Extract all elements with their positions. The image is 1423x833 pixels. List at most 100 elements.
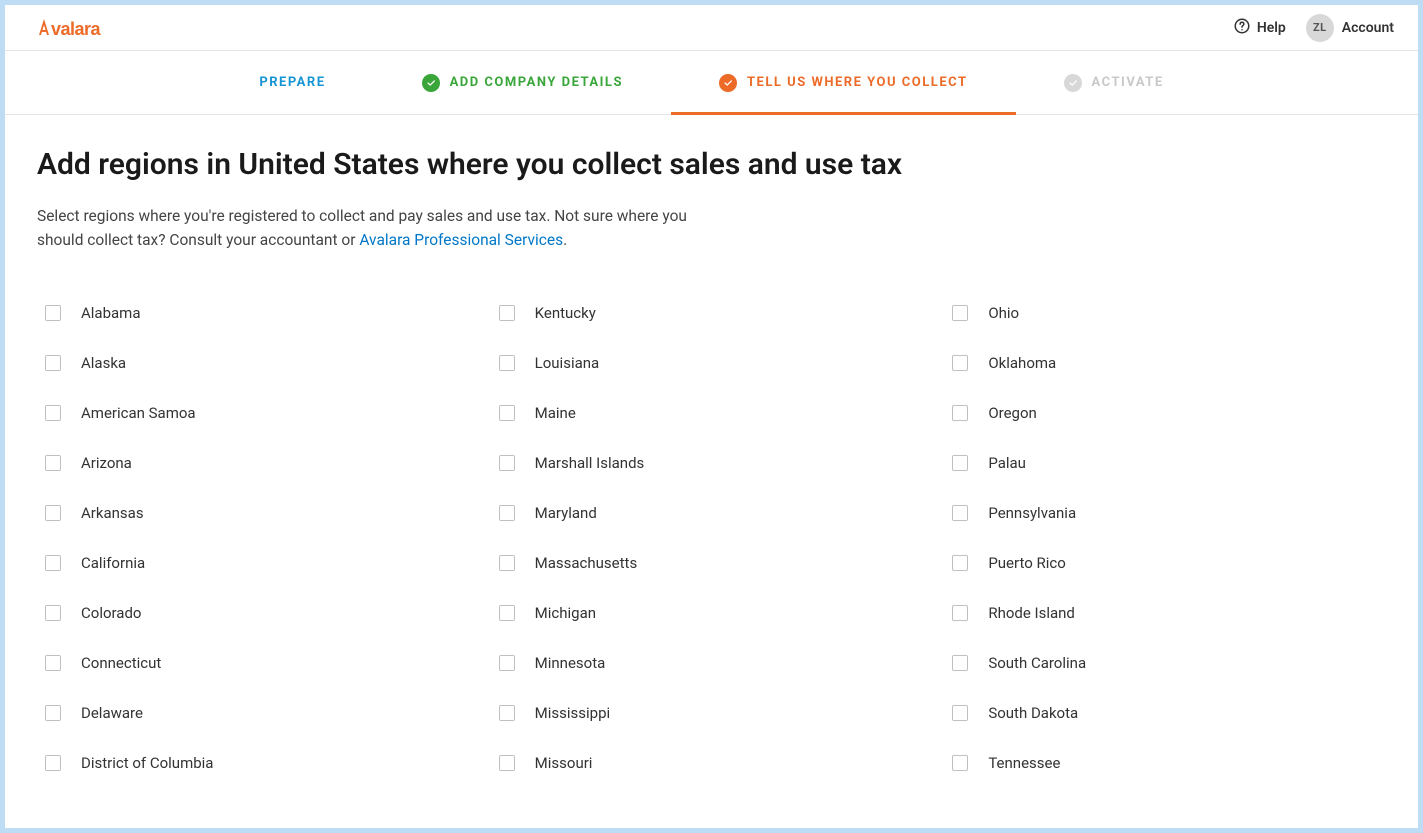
region-label: Delaware [81,704,143,722]
checkbox-icon[interactable] [499,305,515,321]
checkbox-icon[interactable] [952,755,968,771]
checkbox-icon[interactable] [952,305,968,321]
region-checkbox-item[interactable]: American Samoa [45,388,479,438]
region-checkbox-item[interactable]: Arkansas [45,488,479,538]
region-label: Alabama [81,304,141,322]
region-label: Maine [535,404,576,422]
checkbox-icon[interactable] [952,655,968,671]
checkbox-icon[interactable] [499,705,515,721]
region-checkbox-item[interactable]: Puerto Rico [952,538,1386,588]
region-checkbox-item[interactable]: Maryland [499,488,933,538]
region-label: Ohio [988,304,1019,322]
region-label: Maryland [535,504,597,522]
checkbox-icon[interactable] [499,555,515,571]
region-checkbox-item[interactable]: Rhode Island [952,588,1386,638]
checkbox-icon[interactable] [952,705,968,721]
region-checkbox-item[interactable]: Arizona [45,438,479,488]
region-label: Oregon [988,404,1036,422]
region-checkbox-item[interactable]: Tennessee [952,738,1386,788]
checkbox-icon[interactable] [952,605,968,621]
region-checkbox-item[interactable]: Alaska [45,338,479,388]
region-checkbox-item[interactable]: Oregon [952,388,1386,438]
checkbox-icon[interactable] [45,555,61,571]
top-bar: valara Help ZL Account [5,5,1418,51]
step-where-you-collect[interactable]: TELL US WHERE YOU COLLECT [671,51,1016,114]
checkbox-icon[interactable] [499,355,515,371]
region-label: Puerto Rico [988,554,1065,572]
region-label: Massachusetts [535,554,638,572]
region-label: Tennessee [988,754,1060,772]
checkbox-icon[interactable] [499,455,515,471]
region-label: Louisiana [535,354,600,372]
checkbox-icon[interactable] [499,405,515,421]
brand-logo[interactable]: valara [37,17,127,39]
region-checkbox-item[interactable]: Alabama [45,288,479,338]
checkbox-icon[interactable] [45,405,61,421]
region-checkbox-item[interactable]: California [45,538,479,588]
region-label: American Samoa [81,404,196,422]
region-label: Minnesota [535,654,606,672]
step-activate: ACTIVATE [1016,51,1212,114]
checkbox-icon[interactable] [952,505,968,521]
region-label: Marshall Islands [535,454,645,472]
region-checkbox-item[interactable]: Marshall Islands [499,438,933,488]
step-label: PREPARE [259,75,325,90]
region-label: Colorado [81,604,141,622]
region-columns: Alabama Alaska American Samoa ArizonaArkans… [37,288,1386,788]
avalara-professional-services-link[interactable]: Avalara Professional Services [359,231,563,249]
region-checkbox-item[interactable]: Louisiana [499,338,933,388]
checkbox-icon[interactable] [499,655,515,671]
checkbox-icon[interactable] [45,655,61,671]
avatar: ZL [1306,14,1334,42]
region-checkbox-item[interactable]: Massachusetts [499,538,933,588]
step-label: ADD COMPANY DETAILS [450,75,623,90]
region-label: District of Columbia [81,754,213,772]
checkbox-icon[interactable] [45,705,61,721]
region-checkbox-item[interactable]: Kentucky [499,288,933,338]
checkbox-icon[interactable] [45,755,61,771]
region-label: Michigan [535,604,596,622]
region-label: Connecticut [81,654,161,672]
region-label: Pennsylvania [988,504,1076,522]
checkbox-icon[interactable] [45,355,61,371]
checkbox-icon[interactable] [499,755,515,771]
account-button[interactable]: ZL Account [1306,14,1394,42]
region-checkbox-item[interactable]: Michigan [499,588,933,638]
region-label: Mississippi [535,704,611,722]
region-checkbox-item[interactable]: Pennsylvania [952,488,1386,538]
checkbox-icon[interactable] [45,505,61,521]
region-checkbox-item[interactable]: Delaware [45,688,479,738]
region-checkbox-item[interactable]: Maine [499,388,933,438]
checkbox-icon[interactable] [952,555,968,571]
region-checkbox-item[interactable]: South Dakota [952,688,1386,738]
step-prepare[interactable]: PREPARE [211,51,373,114]
region-checkbox-item[interactable]: Oklahoma [952,338,1386,388]
checkbox-icon[interactable] [45,455,61,471]
region-checkbox-item[interactable]: District of Columbia [45,738,479,788]
region-label: Alaska [81,354,126,372]
region-checkbox-item[interactable]: Colorado [45,588,479,638]
region-label: Oklahoma [988,354,1056,372]
region-label: Kentucky [535,304,596,322]
region-label: Palau [988,454,1026,472]
step-add-company-details[interactable]: ADD COMPANY DETAILS [374,51,671,114]
region-checkbox-item[interactable]: South Carolina [952,638,1386,688]
checkbox-icon[interactable] [45,305,61,321]
checkbox-icon[interactable] [499,605,515,621]
region-checkbox-item[interactable]: Palau [952,438,1386,488]
help-button[interactable]: Help [1233,17,1286,39]
region-checkbox-item[interactable]: Connecticut [45,638,479,688]
region-checkbox-item[interactable]: Missouri [499,738,933,788]
checkbox-icon[interactable] [952,355,968,371]
region-column-3: Ohio Oklahoma Oregon Palau Pennsylvania Puert… [952,288,1386,788]
checkbox-icon[interactable] [952,405,968,421]
region-checkbox-item[interactable]: Mississippi [499,688,933,738]
region-checkbox-item[interactable]: Minnesota [499,638,933,688]
avalara-logo-icon: valara [37,17,127,39]
checkbox-icon[interactable] [952,455,968,471]
checkbox-icon[interactable] [45,605,61,621]
region-checkbox-item[interactable]: Ohio [952,288,1386,338]
desc-text-post: . [563,231,567,249]
checkbox-icon[interactable] [499,505,515,521]
help-label: Help [1257,20,1286,36]
